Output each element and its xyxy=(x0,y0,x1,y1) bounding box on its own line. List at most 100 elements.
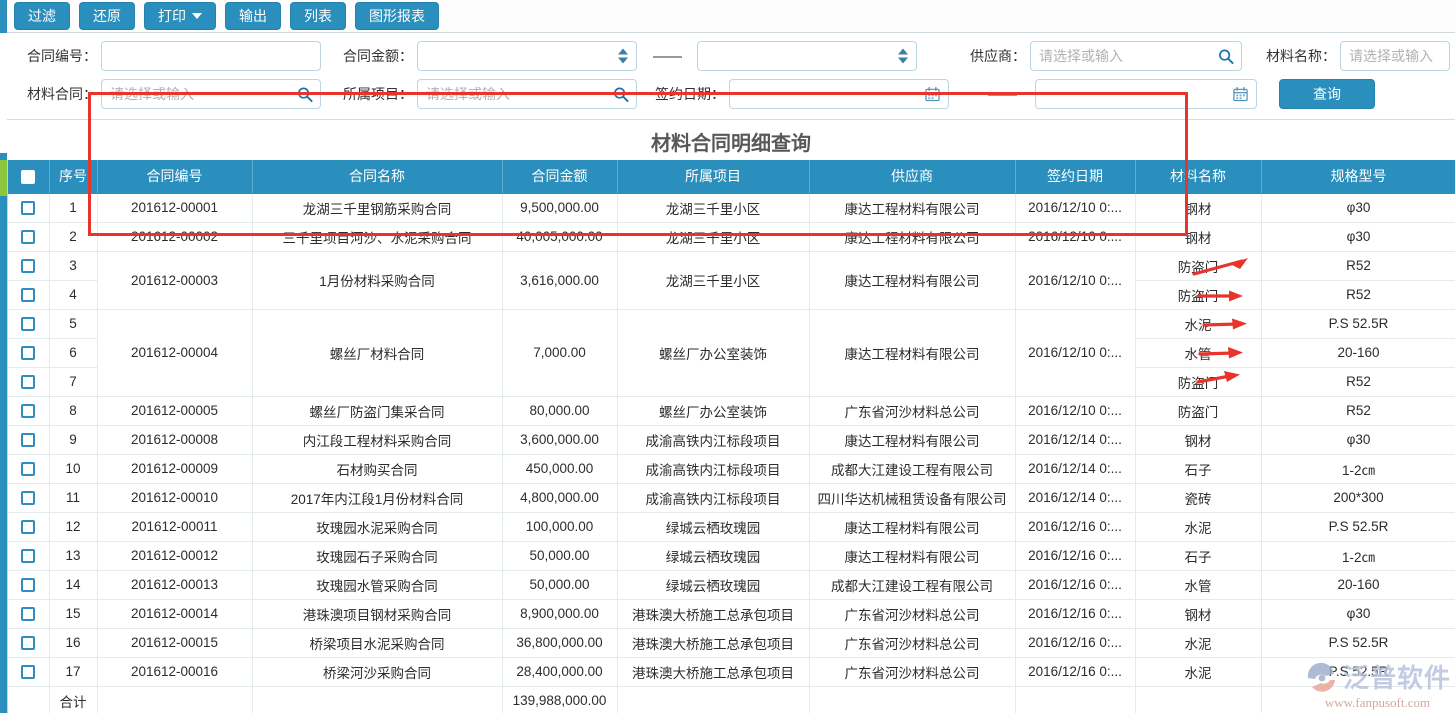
row-contract-no-cell[interactable]: 201612-00005 xyxy=(97,396,252,425)
row-supplier-cell[interactable]: 广东省河沙材料总公司 xyxy=(809,599,1015,628)
row-checkbox[interactable] xyxy=(21,549,35,563)
row-contract-no-cell[interactable]: 201612-00012 xyxy=(97,541,252,570)
table-row[interactable]: 2201612-00002三千里项目河沙、水泥采购合同40,005,000.00… xyxy=(8,222,1455,251)
row-material-cell[interactable]: 水泥 xyxy=(1135,657,1261,686)
table-row[interactable]: 11201612-000102017年内江段1月份材料合同4,800,000.0… xyxy=(8,483,1455,512)
project-input[interactable]: 请选择或输入 xyxy=(417,79,637,109)
row-checkbox[interactable] xyxy=(21,346,35,360)
row-contract-no-cell[interactable]: 201612-00008 xyxy=(97,425,252,454)
col-spec-model[interactable]: 规格型号 xyxy=(1261,160,1455,193)
row-contract-name-cell[interactable]: 玫瑰园石子采购合同 xyxy=(252,541,502,570)
row-select-cell[interactable] xyxy=(8,222,49,251)
row-checkbox[interactable] xyxy=(21,520,35,534)
col-supplier[interactable]: 供应商 xyxy=(809,160,1015,193)
row-supplier-cell[interactable]: 康达工程材料有限公司 xyxy=(809,541,1015,570)
search-icon[interactable] xyxy=(1217,48,1234,65)
row-checkbox[interactable] xyxy=(21,462,35,476)
col-index[interactable]: 序号 xyxy=(49,160,97,193)
row-checkbox[interactable] xyxy=(21,433,35,447)
col-sign-date[interactable]: 签约日期 xyxy=(1015,160,1135,193)
row-supplier-cell[interactable]: 康达工程材料有限公司 xyxy=(809,512,1015,541)
row-project-cell[interactable]: 港珠澳大桥施工总承包项目 xyxy=(617,599,809,628)
row-contract-name-cell[interactable]: 玫瑰园水管采购合同 xyxy=(252,570,502,599)
sign-date-input-to[interactable] xyxy=(1035,79,1257,109)
row-material-cell[interactable]: 防盗门 xyxy=(1135,251,1261,280)
row-project-cell[interactable]: 螺丝厂办公室装饰 xyxy=(617,396,809,425)
row-select-cell[interactable] xyxy=(8,251,49,280)
table-row[interactable]: 9201612-00008内江段工程材料采购合同3,600,000.00成渝高铁… xyxy=(8,425,1455,454)
row-project-cell[interactable]: 成渝高铁内江标段项目 xyxy=(617,454,809,483)
row-checkbox[interactable] xyxy=(21,201,35,215)
select-all-header[interactable] xyxy=(8,160,49,193)
row-supplier-cell[interactable]: 广东省河沙材料总公司 xyxy=(809,628,1015,657)
col-contract-no[interactable]: 合同编号 xyxy=(97,160,252,193)
row-select-cell[interactable] xyxy=(8,280,49,309)
row-material-cell[interactable]: 防盗门 xyxy=(1135,280,1261,309)
row-supplier-cell[interactable]: 广东省河沙材料总公司 xyxy=(809,396,1015,425)
row-checkbox[interactable] xyxy=(21,288,35,302)
row-checkbox[interactable] xyxy=(21,404,35,418)
row-material-cell[interactable]: 防盗门 xyxy=(1135,396,1261,425)
row-contract-no-cell[interactable]: 201612-00010 xyxy=(97,483,252,512)
col-contract-name[interactable]: 合同名称 xyxy=(252,160,502,193)
calendar-icon[interactable] xyxy=(924,86,941,103)
table-row[interactable]: 15201612-00014港珠澳项目钢材采购合同8,900,000.00港珠澳… xyxy=(8,599,1455,628)
col-contract-amount[interactable]: 合同金额 xyxy=(502,160,617,193)
search-icon-3[interactable] xyxy=(612,86,629,103)
row-contract-name-cell[interactable]: 港珠澳项目钢材采购合同 xyxy=(252,599,502,628)
row-material-cell[interactable]: 防盗门 xyxy=(1135,367,1261,396)
table-row[interactable]: 8201612-00005螺丝厂防盗门集采合同80,000.00螺丝厂办公室装饰… xyxy=(8,396,1455,425)
row-checkbox[interactable] xyxy=(21,317,35,331)
row-checkbox[interactable] xyxy=(21,375,35,389)
row-contract-no-cell[interactable]: 201612-00016 xyxy=(97,657,252,686)
row-select-cell[interactable] xyxy=(8,396,49,425)
row-select-cell[interactable] xyxy=(8,193,49,222)
row-supplier-cell[interactable]: 康达工程材料有限公司 xyxy=(809,251,1015,309)
select-all-checkbox[interactable] xyxy=(21,170,35,184)
list-button[interactable]: 列表 xyxy=(290,2,346,30)
row-project-cell[interactable]: 成渝高铁内江标段项目 xyxy=(617,425,809,454)
sign-date-input-from[interactable] xyxy=(729,79,949,109)
spinner-up-down-icon-2[interactable] xyxy=(898,49,908,64)
row-supplier-cell[interactable]: 康达工程材料有限公司 xyxy=(809,309,1015,396)
row-material-cell[interactable]: 钢材 xyxy=(1135,222,1261,251)
row-contract-name-cell[interactable]: 螺丝厂材料合同 xyxy=(252,309,502,396)
row-project-cell[interactable]: 龙湖三千里小区 xyxy=(617,222,809,251)
row-checkbox[interactable] xyxy=(21,636,35,650)
restore-button[interactable]: 还原 xyxy=(79,2,135,30)
row-material-cell[interactable]: 石子 xyxy=(1135,454,1261,483)
row-material-cell[interactable]: 水管 xyxy=(1135,570,1261,599)
row-select-cell[interactable] xyxy=(8,570,49,599)
row-project-cell[interactable]: 龙湖三千里小区 xyxy=(617,193,809,222)
chart-report-button[interactable]: 图形报表 xyxy=(355,2,439,30)
row-select-cell[interactable] xyxy=(8,309,49,338)
row-checkbox[interactable] xyxy=(21,665,35,679)
row-select-cell[interactable] xyxy=(8,367,49,396)
row-contract-name-cell[interactable]: 1月份材料采购合同 xyxy=(252,251,502,309)
row-material-cell[interactable]: 钢材 xyxy=(1135,193,1261,222)
print-button[interactable]: 打印 xyxy=(144,2,216,30)
contract-amount-input-to[interactable] xyxy=(697,41,917,71)
row-select-cell[interactable] xyxy=(8,483,49,512)
row-select-cell[interactable] xyxy=(8,628,49,657)
row-contract-no-cell[interactable]: 201612-00001 xyxy=(97,193,252,222)
table-row[interactable]: 3201612-000031月份材料采购合同3,616,000.00龙湖三千里小… xyxy=(8,251,1455,280)
row-contract-no-cell[interactable]: 201612-00002 xyxy=(97,222,252,251)
row-project-cell[interactable]: 绿城云栖玫瑰园 xyxy=(617,512,809,541)
row-material-cell[interactable]: 水泥 xyxy=(1135,309,1261,338)
row-select-cell[interactable] xyxy=(8,338,49,367)
supplier-input[interactable]: 请选择或输入 xyxy=(1030,41,1242,71)
calendar-icon-2[interactable] xyxy=(1232,86,1249,103)
row-select-cell[interactable] xyxy=(8,425,49,454)
row-contract-name-cell[interactable]: 桥梁项目水泥采购合同 xyxy=(252,628,502,657)
row-contract-name-cell[interactable]: 石材购买合同 xyxy=(252,454,502,483)
row-checkbox[interactable] xyxy=(21,230,35,244)
row-select-cell[interactable] xyxy=(8,599,49,628)
row-checkbox[interactable] xyxy=(21,607,35,621)
table-row[interactable]: 17201612-00016桥梁河沙采购合同28,400,000.00港珠澳大桥… xyxy=(8,657,1455,686)
row-contract-name-cell[interactable]: 龙湖三千里钢筋采购合同 xyxy=(252,193,502,222)
row-supplier-cell[interactable]: 康达工程材料有限公司 xyxy=(809,425,1015,454)
row-contract-no-cell[interactable]: 201612-00014 xyxy=(97,599,252,628)
row-material-cell[interactable]: 石子 xyxy=(1135,541,1261,570)
row-contract-no-cell[interactable]: 201612-00009 xyxy=(97,454,252,483)
